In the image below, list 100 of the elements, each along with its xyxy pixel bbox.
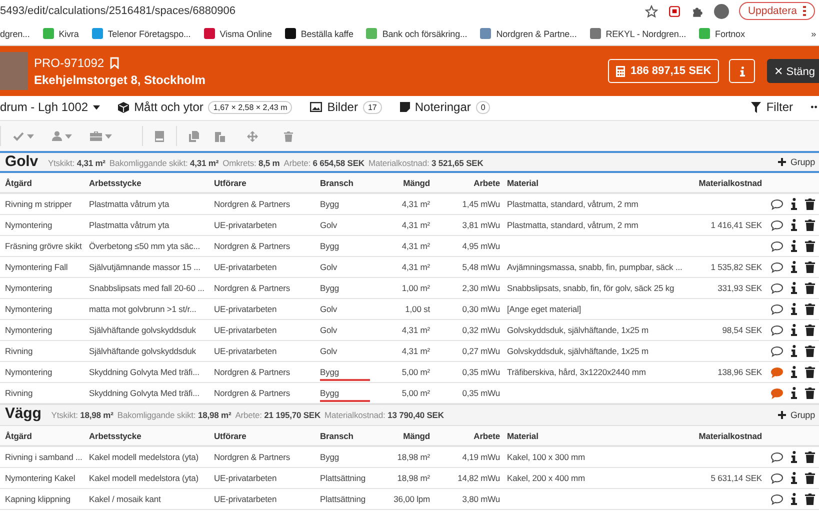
table-cell-text: Plattsättning <box>320 473 366 483</box>
column-header: Bransch <box>320 178 354 188</box>
bookmark-link[interactable]: Visma Online <box>204 28 272 39</box>
comment-icon[interactable] <box>771 198 783 210</box>
info-icon[interactable] <box>791 366 797 378</box>
add-group-button[interactable]: Grupp <box>778 157 819 167</box>
site-icon <box>204 28 215 39</box>
info-icon[interactable] <box>791 282 797 294</box>
info-icon[interactable] <box>791 387 797 399</box>
more-bookmarks[interactable]: » <box>811 28 819 38</box>
site-icon <box>699 28 710 39</box>
paste-icon[interactable] <box>215 130 225 142</box>
column-header: Mängd <box>402 430 430 440</box>
trash-icon[interactable] <box>805 324 815 336</box>
section-stat: Materialkostnad: 13 790,40 SEK <box>324 410 444 420</box>
table-cell-text: Avjämningsmassa, snabb, fin, pumpbar, säck ... <box>506 262 684 272</box>
bookmark-link[interactable]: dgren... <box>0 28 30 38</box>
bookmark-link[interactable]: Bank och försäkring... <box>366 28 468 39</box>
trash-icon[interactable] <box>805 303 815 315</box>
bookmark-link[interactable]: Telenor Företagspo... <box>92 28 191 39</box>
column-header: Åtgärd <box>5 430 33 440</box>
trash-icon[interactable] <box>805 387 815 399</box>
close-button[interactable]: ✕ Stäng <box>767 59 819 83</box>
table-cell-text: 5 631,14 SEK <box>710 473 762 483</box>
table-cell-text: Golv <box>320 220 338 230</box>
comment-icon[interactable] <box>771 494 783 504</box>
comment-icon[interactable] <box>771 240 783 252</box>
move-icon[interactable] <box>247 130 258 142</box>
column-header: Material <box>506 178 540 188</box>
trash-icon[interactable] <box>805 282 815 294</box>
info-icon[interactable] <box>791 345 797 357</box>
trash-icon[interactable] <box>805 240 815 252</box>
book-icon[interactable] <box>155 130 164 142</box>
trash-icon[interactable] <box>805 261 815 273</box>
comment-icon[interactable] <box>771 452 783 462</box>
info-icon[interactable] <box>791 198 797 210</box>
star-icon[interactable] <box>644 4 658 18</box>
section-tab[interactable]: Bilder 17 <box>310 100 382 114</box>
column-header: Arbete <box>472 430 500 440</box>
trash-icon[interactable] <box>805 493 815 505</box>
bookmark-link[interactable]: Beställa kaffe <box>284 28 354 39</box>
assignee-dropdown[interactable] <box>52 131 72 141</box>
section-tab[interactable]: Noteringar 0 <box>400 100 490 114</box>
comment-icon[interactable] <box>771 304 783 314</box>
total-button[interactable]: 186 897,15 SEK <box>608 59 720 83</box>
filter-button[interactable]: Filter <box>751 100 793 114</box>
table-cell-text: Rivning m stripper <box>5 199 73 209</box>
address-bar[interactable]: 5493/edit/calculations/2516481/spaces/6880906 <box>0 5 635 17</box>
table-cell-text: Självhäftande golvskyddsduk <box>89 325 197 335</box>
extension-icon[interactable] <box>668 4 681 18</box>
update-button[interactable]: Uppdatera <box>738 2 815 20</box>
space-dropdown[interactable]: drum - Lgh 1002 <box>0 100 100 114</box>
section-tab[interactable]: Mått och ytor 1,67 × 2,58 × 2,43 m <box>118 100 292 114</box>
comment-icon[interactable] <box>771 220 783 230</box>
info-icon[interactable] <box>791 261 797 273</box>
bookmark-link[interactable]: REKYL - Nordgren... <box>590 28 686 39</box>
table-cell-text: Snabbslipsats med fall 20-60 ... <box>89 283 206 293</box>
avatar[interactable] <box>714 4 729 18</box>
person-icon <box>52 131 62 141</box>
table-cell-text: Nordgren & Partners <box>214 241 292 251</box>
info-icon[interactable] <box>791 493 797 505</box>
table-cell-text: Överbetong ≤50 mm yta säc... <box>89 241 201 251</box>
info-icon[interactable] <box>791 324 797 336</box>
info-icon[interactable] <box>791 451 797 463</box>
table-cell-text: Nordgren & Partners <box>214 388 292 398</box>
bookmark-link[interactable]: Nordgren & Partne... <box>480 28 577 39</box>
comment-icon[interactable] <box>771 346 783 356</box>
bookmark-icon[interactable] <box>110 56 120 68</box>
comment-icon[interactable] <box>771 282 783 294</box>
table-cell-text: Kakel, 100 x 300 mm <box>506 452 586 462</box>
trash-icon[interactable] <box>805 472 815 484</box>
copy-icon[interactable] <box>189 130 199 142</box>
trash-icon[interactable] <box>805 451 815 463</box>
check-dropdown[interactable] <box>13 132 34 140</box>
info-icon[interactable] <box>791 303 797 315</box>
comment-icon[interactable] <box>771 324 783 336</box>
photo-placeholder <box>0 52 28 90</box>
puzzle-icon[interactable] <box>690 4 704 18</box>
add-group-button[interactable]: Grupp <box>778 410 819 420</box>
table-cell-text: Kakel modell medelstora (yta) <box>89 473 200 483</box>
table-cell-text: 0,32 mWu <box>461 325 500 335</box>
table-cell-text: 331,93 SEK <box>716 283 762 293</box>
bookmark-link[interactable]: Fortnox <box>699 28 745 39</box>
trash-icon[interactable] <box>805 219 815 231</box>
table-cell-text: Bygg <box>320 241 340 251</box>
trade-dropdown[interactable] <box>90 131 112 141</box>
bookmark-link[interactable]: Kivra <box>42 28 79 39</box>
trash-icon[interactable] <box>805 345 815 357</box>
info-icon[interactable] <box>791 240 797 252</box>
table-cell-text: UE-privatarbeten <box>214 220 278 230</box>
table-cell-text: 18,98 m² <box>396 473 430 483</box>
trash-icon[interactable] <box>805 366 815 378</box>
comment-icon[interactable] <box>771 472 783 484</box>
info-icon[interactable] <box>791 472 797 484</box>
info-icon[interactable] <box>791 219 797 231</box>
comment-icon[interactable] <box>771 262 783 272</box>
info-button[interactable] <box>729 59 756 83</box>
trash-icon[interactable] <box>805 198 815 210</box>
table-cell-text: 4,31 m² <box>400 220 430 230</box>
more-icon[interactable] <box>811 105 817 109</box>
